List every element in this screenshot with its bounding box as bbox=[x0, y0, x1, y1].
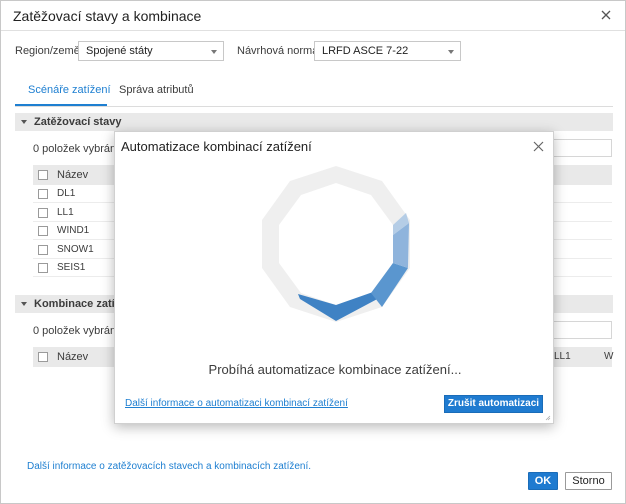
collapse-triangle-icon bbox=[21, 120, 27, 124]
row-name: SEIS1 bbox=[57, 262, 86, 273]
load-cases-selected-count: 0 položek vybráno bbox=[33, 143, 123, 155]
row-name: SNOW1 bbox=[57, 244, 94, 255]
collapse-triangle-icon bbox=[21, 302, 27, 306]
row-name: WIND1 bbox=[57, 225, 90, 236]
column-w-header: W bbox=[604, 351, 614, 362]
ok-button[interactable]: OK bbox=[528, 472, 558, 490]
load-cases-section-header[interactable]: Zatěžovací stavy bbox=[15, 113, 613, 131]
load-cases-search-input[interactable] bbox=[553, 139, 612, 157]
region-value: Spojené státy bbox=[86, 45, 153, 57]
chevron-down-icon bbox=[448, 50, 454, 54]
title-bar: Zatěžovací stavy a kombinace bbox=[1, 1, 625, 31]
automation-progress-modal: Automatizace kombinací zatížení Probíhá … bbox=[114, 131, 554, 424]
dialog-title: Zatěžovací stavy a kombinace bbox=[13, 8, 202, 24]
combinations-selected-count: 0 položek vybráno bbox=[33, 325, 123, 337]
select-all-checkbox[interactable] bbox=[38, 352, 48, 362]
tab-load-scenarios[interactable]: Scénáře zatížení bbox=[28, 84, 111, 96]
row-checkbox[interactable] bbox=[38, 208, 48, 218]
row-checkbox[interactable] bbox=[38, 226, 48, 236]
cancel-automation-button[interactable]: Zrušit automatizaci bbox=[444, 395, 543, 413]
automation-info-link[interactable]: Další informace o automatizaci kombinací… bbox=[125, 398, 348, 409]
norm-select[interactable]: LRFD ASCE 7-22 bbox=[314, 41, 461, 61]
row-name: DL1 bbox=[57, 188, 76, 199]
region-label: Region/země: bbox=[15, 45, 83, 57]
norm-label: Návrhová norma: bbox=[237, 45, 322, 57]
close-icon[interactable] bbox=[533, 141, 544, 152]
select-all-checkbox[interactable] bbox=[38, 170, 48, 180]
row-checkbox[interactable] bbox=[38, 263, 48, 273]
column-ll1-header: LL1 bbox=[554, 351, 571, 362]
tab-attribute-management[interactable]: Správa atributů bbox=[119, 84, 194, 96]
close-icon[interactable] bbox=[599, 8, 613, 22]
resize-grip-icon[interactable] bbox=[545, 415, 551, 421]
row-name: LL1 bbox=[57, 207, 74, 218]
automation-status-text: Probíhá automatizace kombinace zatížení.… bbox=[208, 362, 462, 377]
cancel-button[interactable]: Storno bbox=[565, 472, 612, 490]
tabs-divider bbox=[15, 106, 613, 107]
load-cases-info-link[interactable]: Další informace o zatěžovacích stavech a… bbox=[27, 461, 311, 472]
column-name-header: Název bbox=[57, 169, 89, 181]
loading-spinner-icon bbox=[262, 166, 410, 322]
region-select[interactable]: Spojené státy bbox=[78, 41, 224, 61]
load-cases-section-title: Zatěžovací stavy bbox=[34, 116, 122, 128]
combinations-search-input[interactable] bbox=[553, 321, 612, 339]
row-checkbox[interactable] bbox=[38, 245, 48, 255]
norm-value: LRFD ASCE 7-22 bbox=[322, 45, 409, 57]
modal-title: Automatizace kombinací zatížení bbox=[121, 139, 312, 154]
chevron-down-icon bbox=[211, 50, 217, 54]
row-checkbox[interactable] bbox=[38, 189, 48, 199]
column-name-header: Název bbox=[57, 351, 89, 363]
